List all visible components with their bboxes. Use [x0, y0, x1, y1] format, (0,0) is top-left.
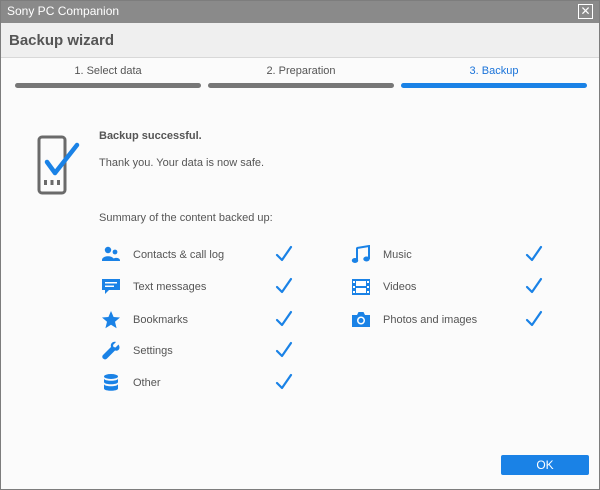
wizard-steps: 1. Select data 2. Preparation 3. Backup [15, 65, 587, 93]
check-icon [275, 277, 293, 294]
contacts-icon [102, 246, 120, 261]
close-button[interactable]: ✕ [578, 4, 593, 19]
summary-item-label: Music [383, 249, 412, 261]
check-icon [525, 277, 543, 294]
backup-wizard-window: Sony PC Companion ✕ Backup wizard 1. Sel… [0, 0, 600, 490]
step-label: 3. Backup [469, 65, 519, 77]
summary-item-label: Videos [383, 281, 417, 293]
camera-icon [352, 312, 370, 327]
wrench-icon [102, 341, 120, 360]
step-backup: 3. Backup [401, 65, 587, 93]
summary-item-settings: Settings [101, 341, 301, 361]
step-progress-bar [208, 83, 394, 88]
summary-item-photos: Photos and images [351, 310, 551, 330]
check-icon [525, 245, 543, 262]
summary-item-label: Text messages [133, 281, 207, 293]
title-bar: Sony PC Companion ✕ [1, 1, 599, 23]
star-icon [102, 311, 120, 329]
check-icon [275, 310, 293, 327]
summary-item-videos: Videos [351, 277, 551, 297]
step-progress-bar [401, 83, 587, 88]
step-preparation: 2. Preparation [208, 65, 394, 93]
summary-item-label: Settings [133, 345, 173, 357]
step-progress-bar [15, 83, 201, 88]
summary-item-label: Photos and images [383, 314, 478, 326]
step-label: 1. Select data [74, 65, 142, 77]
result-text: Thank you. Your data is now safe. [99, 157, 265, 169]
result-title: Backup successful. [99, 130, 202, 142]
check-icon [275, 341, 293, 358]
message-icon [102, 279, 120, 294]
close-icon: ✕ [580, 4, 591, 18]
summary-item-other: Other [101, 373, 301, 393]
window-title: Sony PC Companion [7, 4, 120, 18]
summary-item-contacts: Contacts & call log [101, 245, 301, 265]
phone-check-icon [37, 135, 80, 195]
summary-item-label: Bookmarks [133, 314, 189, 326]
check-icon [525, 310, 543, 327]
page-title: Backup wizard [9, 32, 115, 49]
film-icon [352, 279, 370, 295]
summary-item-bookmarks: Bookmarks [101, 310, 301, 330]
check-icon [275, 245, 293, 262]
summary-item-music: Music [351, 245, 551, 265]
summary-item-label: Contacts & call log [133, 249, 225, 261]
database-icon [104, 374, 118, 391]
step-label: 2. Preparation [266, 65, 336, 77]
wizard-header: Backup wizard [1, 23, 599, 58]
check-icon [275, 373, 293, 390]
music-icon [351, 245, 370, 263]
ok-button[interactable]: OK [501, 455, 589, 475]
summary-item-text-messages: Text messages [101, 277, 301, 297]
step-select-data: 1. Select data [15, 65, 201, 93]
summary-item-label: Other [133, 377, 161, 389]
summary-title: Summary of the content backed up: [99, 212, 273, 224]
